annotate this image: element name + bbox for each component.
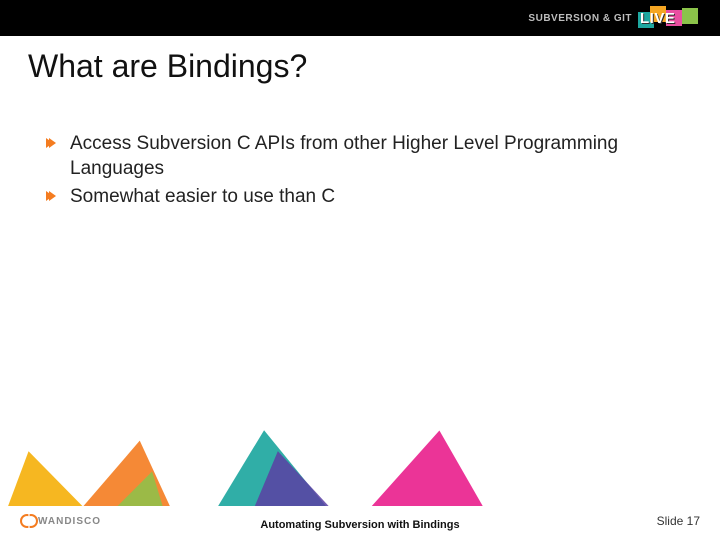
logo-mark-icon: [20, 514, 34, 528]
list-item: Access Subversion C APIs from other High…: [46, 132, 680, 181]
brand-area: SUBVERSION & GIT LIVE: [528, 6, 708, 30]
live-word: LIVE: [640, 10, 675, 27]
content-area: Access Subversion C APIs from other High…: [46, 132, 680, 214]
company-logo: WANDISCO: [20, 514, 101, 528]
page-title: What are Bindings?: [28, 48, 307, 85]
footer-title: Automating Subversion with Bindings: [260, 519, 459, 532]
chevron-right-icon: [46, 136, 58, 154]
tile-icon: [682, 8, 698, 24]
brand-text: SUBVERSION & GIT: [528, 13, 632, 24]
slide: SUBVERSION & GIT LIVE What are Bindings?…: [0, 0, 720, 540]
company-name: WANDISCO: [38, 516, 101, 527]
chevron-right-icon: [46, 189, 58, 207]
bullet-text: Access Subversion C APIs from other High…: [70, 132, 680, 181]
slide-number: Slide 17: [657, 514, 700, 528]
list-item: Somewhat easier to use than C: [46, 185, 680, 210]
bullet-text: Somewhat easier to use than C: [70, 185, 335, 210]
live-badge: LIVE: [638, 6, 708, 30]
